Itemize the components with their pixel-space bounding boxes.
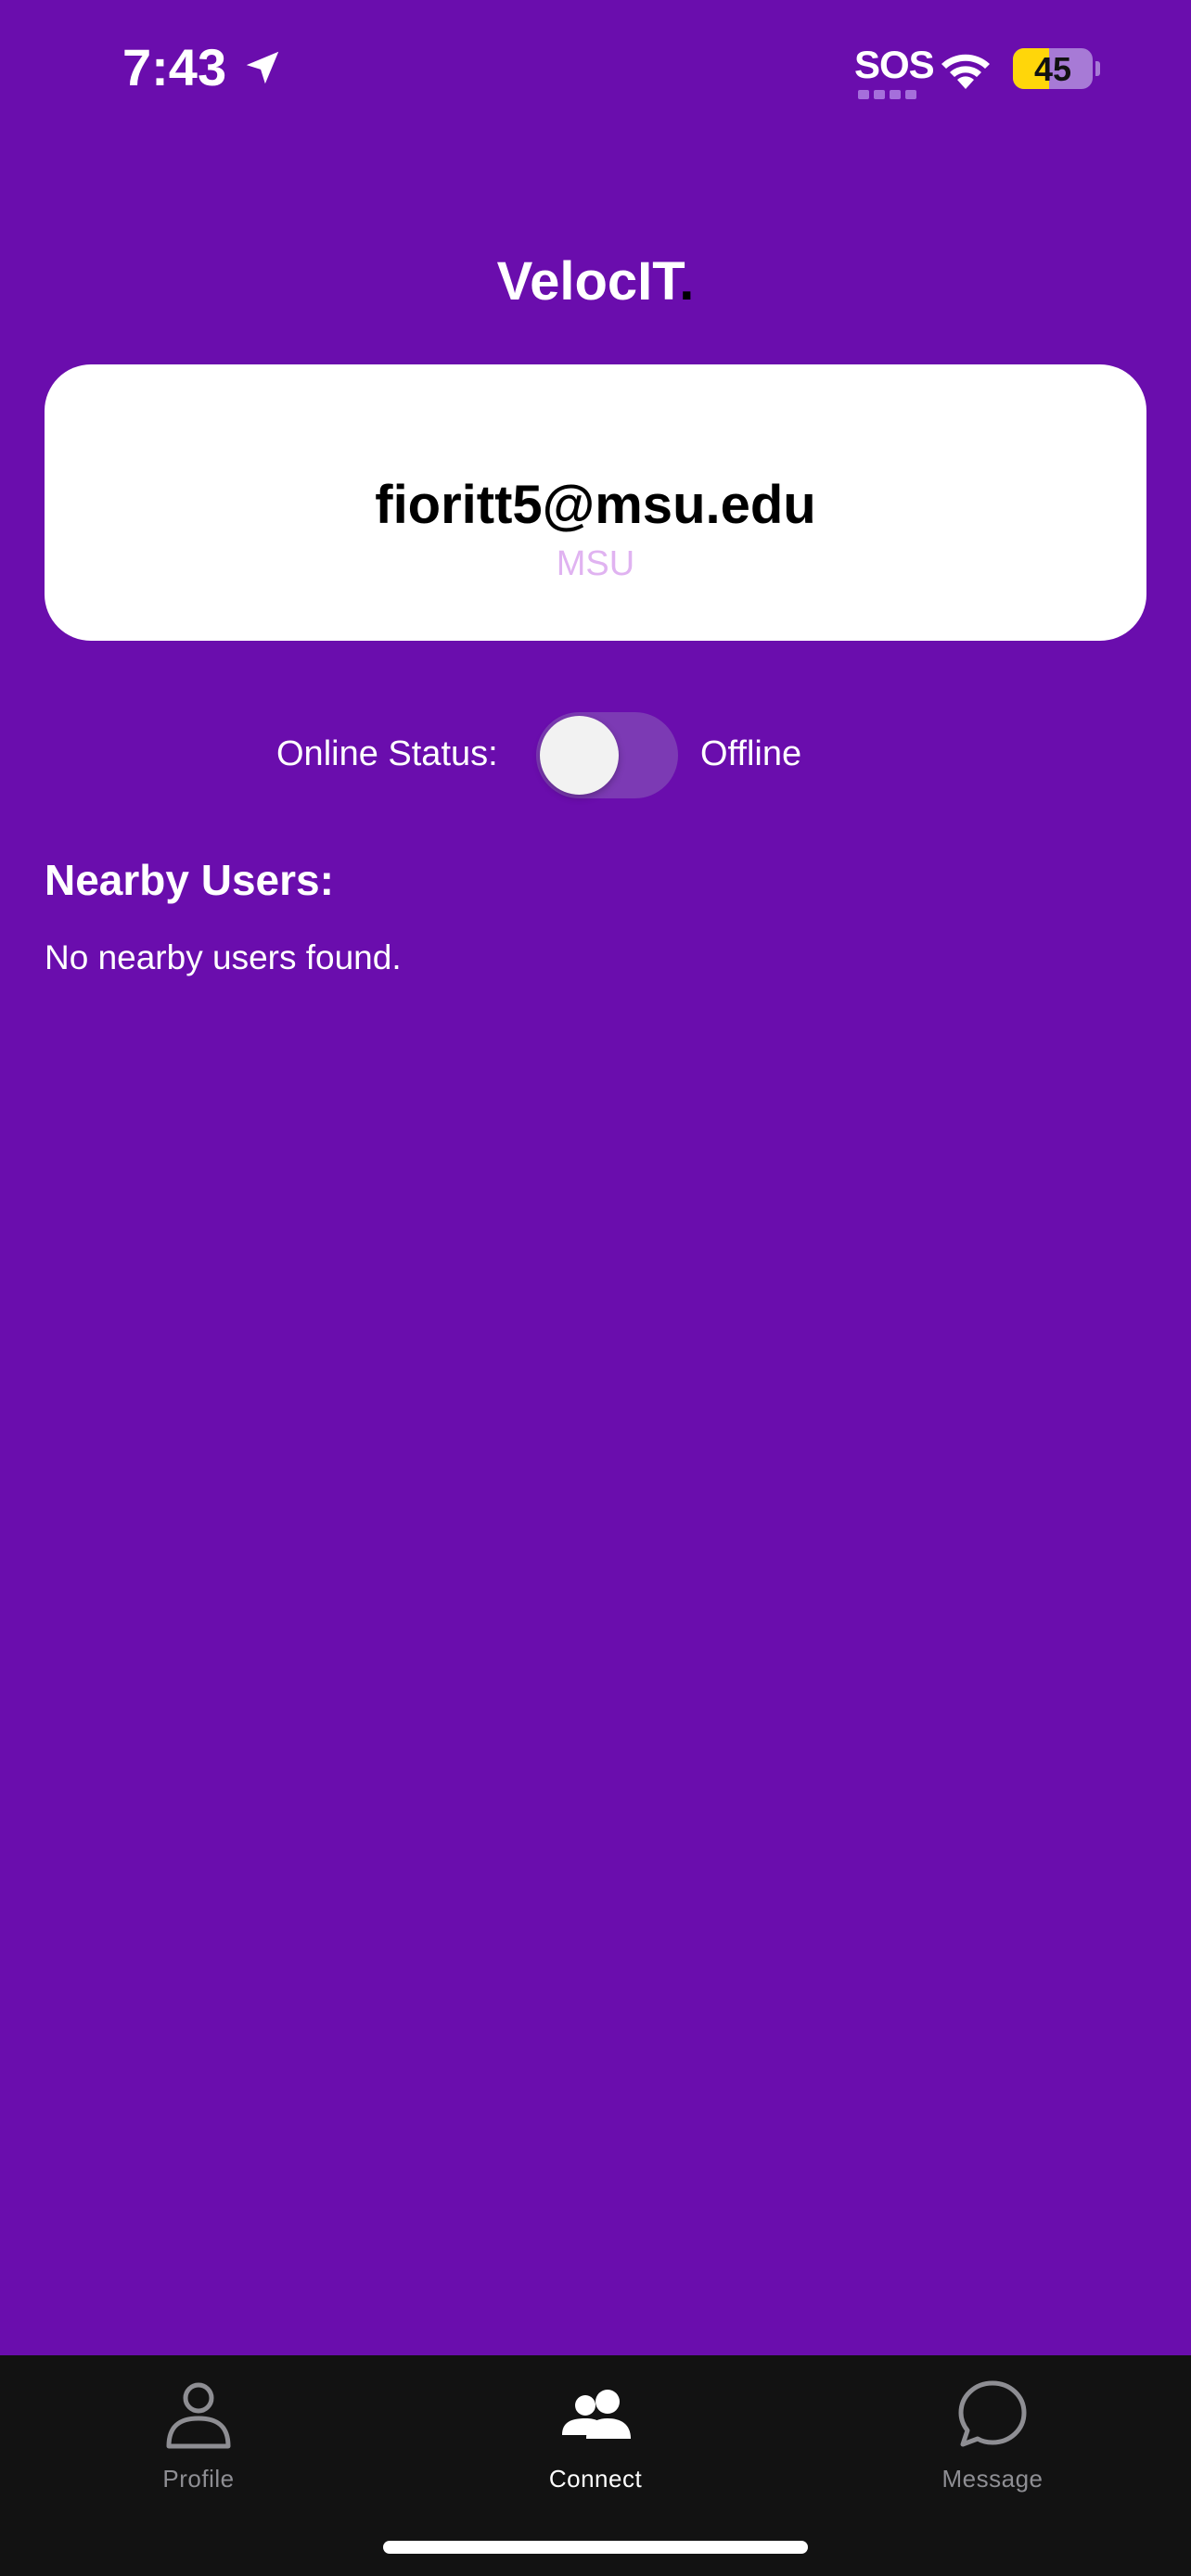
signal-dots-icon (858, 87, 921, 99)
battery-percent: 45 (1033, 50, 1072, 88)
chat-bubble-icon (958, 2380, 1027, 2447)
person-icon (166, 2382, 231, 2449)
app-title-dot: . (679, 251, 695, 312)
wifi-icon (941, 54, 990, 89)
app-title: VelocIT. (0, 250, 1191, 312)
status-time: 7:43 (122, 38, 227, 96)
nearby-users-heading: Nearby Users: (45, 856, 334, 904)
tab-message-label: Message (941, 2465, 1044, 2493)
location-arrow-icon (246, 51, 279, 84)
people-icon (562, 2390, 631, 2439)
tab-profile-label: Profile (162, 2465, 235, 2493)
user-card: fioritt5@msu.edu MSU (45, 364, 1146, 641)
tab-connect-label: Connect (548, 2465, 643, 2493)
online-status-value: Offline (700, 734, 802, 773)
tab-profile[interactable]: Profile (0, 2355, 397, 2531)
user-email: fioritt5@msu.edu (375, 475, 816, 535)
sos-indicator: SOS (854, 43, 935, 86)
status-bar: 7:43 SOS 45 (0, 0, 1191, 139)
online-status-toggle[interactable] (536, 712, 678, 798)
user-school: MSU (556, 544, 635, 583)
tab-connect[interactable]: Connect (397, 2355, 794, 2531)
tab-message[interactable]: Message (794, 2355, 1191, 2531)
home-indicator[interactable] (383, 2541, 808, 2554)
online-status-label: Online Status: (276, 734, 498, 773)
battery-cap (1095, 61, 1100, 76)
battery-charging-icon: 45 (1013, 48, 1093, 89)
app-title-text: VelocIT (496, 251, 680, 312)
nearby-users-empty-message: No nearby users found. (45, 938, 402, 976)
toggle-knob (540, 716, 619, 795)
